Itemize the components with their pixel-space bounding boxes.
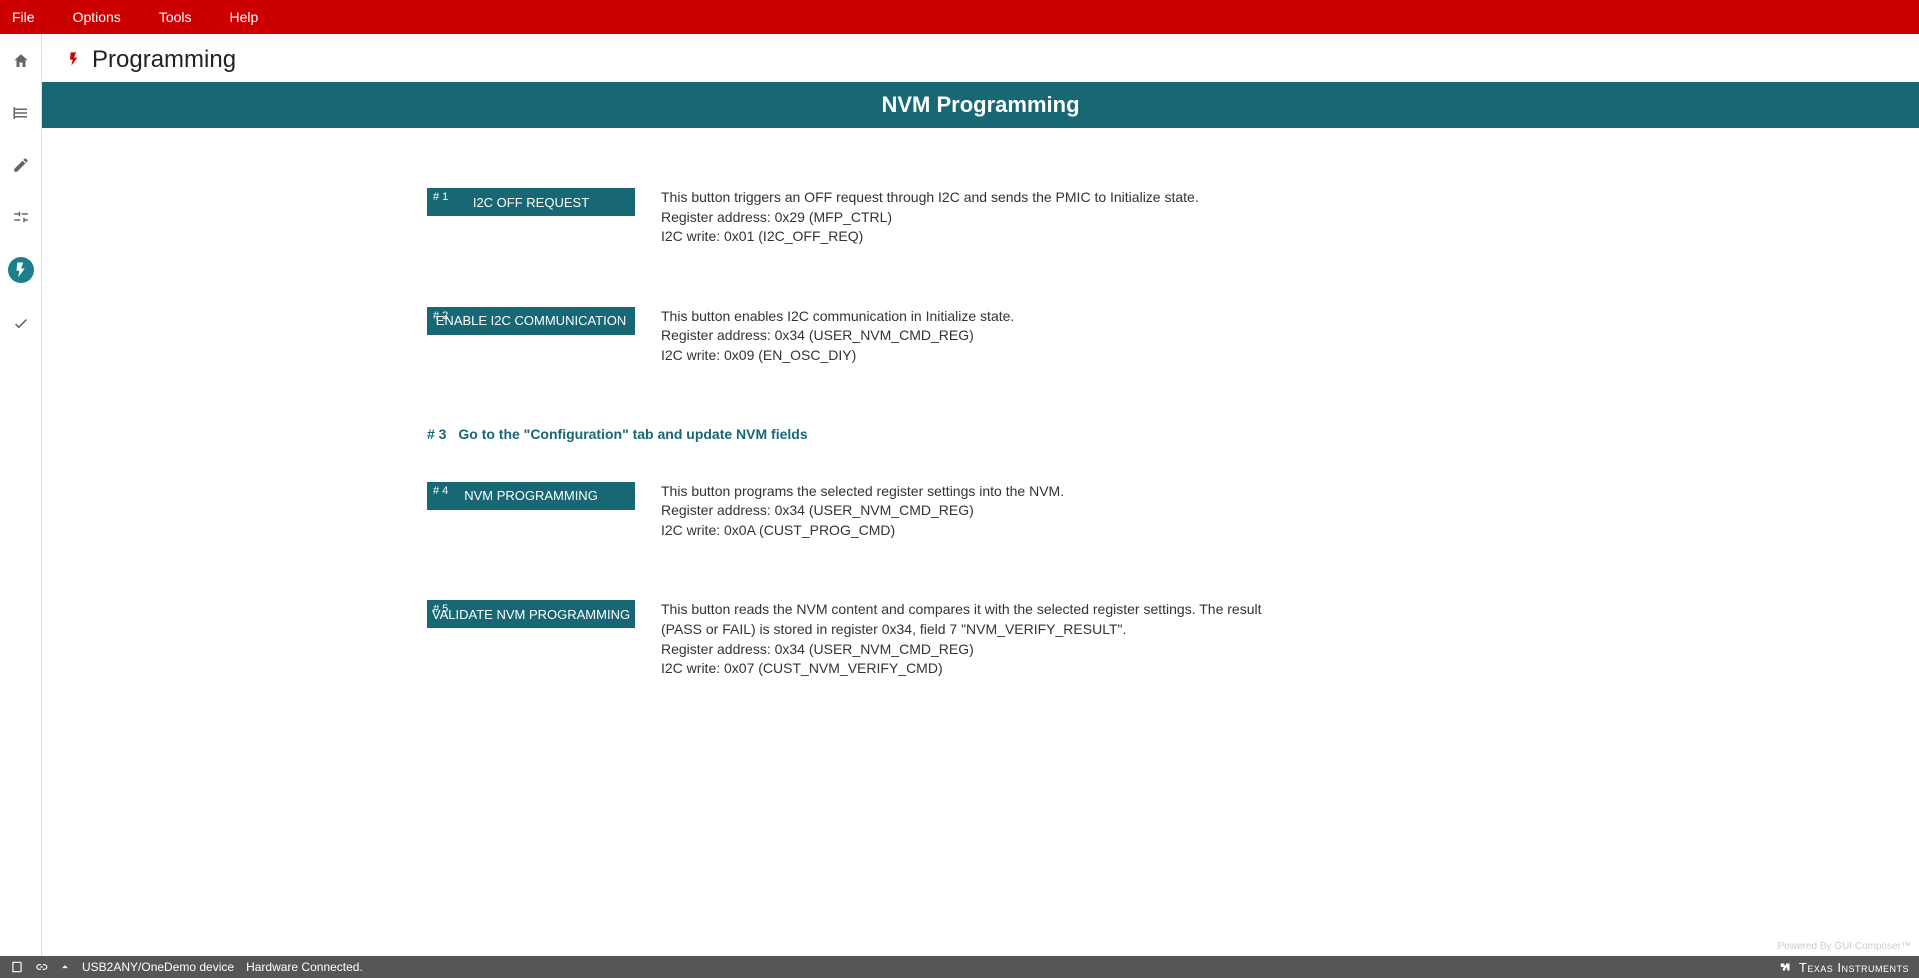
menu-help[interactable]: Help (230, 9, 259, 25)
step-num: # 2 (433, 310, 448, 322)
page-title: Programming (92, 46, 236, 74)
step-button-label: VALIDATE NVM PROGRAMMING (432, 607, 630, 622)
notebook-icon[interactable] (10, 960, 24, 974)
menu-file[interactable]: File (12, 9, 35, 25)
ti-logo: Texas Instruments (1777, 960, 1909, 975)
step-num: # 1 (433, 191, 448, 203)
step-desc: This button programs the selected regist… (661, 482, 1064, 541)
pencil-icon[interactable] (9, 153, 33, 177)
chevron-up-icon[interactable] (58, 960, 72, 974)
step-desc: This button triggers an OFF request thro… (661, 188, 1199, 247)
step-desc: This button enables I2C communication in… (661, 307, 1014, 366)
desc-line: I2C write: 0x0A (CUST_PROG_CMD) (661, 521, 1064, 541)
menu-tools[interactable]: Tools (159, 9, 192, 25)
step-button-label: I2C OFF REQUEST (473, 195, 589, 210)
hw-status: Hardware Connected. (246, 960, 363, 974)
check-icon[interactable] (9, 311, 33, 335)
step-desc: This button reads the NVM content and co… (661, 600, 1281, 678)
desc-line: This button triggers an OFF request thro… (661, 188, 1199, 208)
bolt-icon[interactable] (8, 257, 34, 283)
step-num: # 3 (427, 426, 446, 442)
step-row: # 5 VALIDATE NVM PROGRAMMING This button… (427, 600, 1919, 678)
content: Programming NVM Programming # 1 I2C OFF … (42, 34, 1919, 956)
desc-line: Register address: 0x34 (USER_NVM_CMD_REG… (661, 640, 1281, 660)
nvm-programming-button[interactable]: # 4 NVM PROGRAMMING (427, 482, 635, 510)
menubar: File Options Tools Help (0, 0, 1919, 34)
i2c-off-request-button[interactable]: # 1 I2C OFF REQUEST (427, 188, 635, 216)
step-row: # 1 I2C OFF REQUEST This button triggers… (427, 188, 1919, 247)
link-icon[interactable] (34, 960, 48, 974)
desc-line: I2C write: 0x07 (CUST_NVM_VERIFY_CMD) (661, 659, 1281, 679)
desc-line: I2C write: 0x09 (EN_OSC_DIY) (661, 346, 1014, 366)
library-icon[interactable] (9, 101, 33, 125)
sliders-icon[interactable] (9, 205, 33, 229)
device-name: USB2ANY/OneDemo device (82, 960, 234, 974)
step-row: # 4 NVM PROGRAMMING This button programs… (427, 482, 1919, 541)
step-row: # 2 ENABLE I2C COMMUNICATION This button… (427, 307, 1919, 366)
step-button-label: NVM PROGRAMMING (464, 488, 598, 503)
desc-line: Register address: 0x34 (USER_NVM_CMD_REG… (661, 326, 1014, 346)
sidebar (0, 34, 42, 956)
steps: # 1 I2C OFF REQUEST This button triggers… (42, 128, 1919, 739)
desc-line: Register address: 0x34 (USER_NVM_CMD_REG… (661, 501, 1064, 521)
brand-text: Texas Instruments (1799, 960, 1909, 975)
desc-line: I2C write: 0x01 (I2C_OFF_REQ) (661, 227, 1199, 247)
desc-line: This button reads the NVM content and co… (661, 600, 1281, 639)
desc-line: This button programs the selected regist… (661, 482, 1064, 502)
enable-i2c-button[interactable]: # 2 ENABLE I2C COMMUNICATION (427, 307, 635, 335)
banner: NVM Programming (42, 82, 1919, 128)
desc-line: Register address: 0x29 (MFP_CTRL) (661, 208, 1199, 228)
home-icon[interactable] (9, 49, 33, 73)
powered-by: Powered By GUI Composer™ (1778, 941, 1911, 952)
statusbar: USB2ANY/OneDemo device Hardware Connecte… (0, 956, 1919, 978)
step-num: # 4 (433, 485, 448, 497)
step-button-label: ENABLE I2C COMMUNICATION (436, 313, 626, 328)
instruction-text: Go to the "Configuration" tab and update… (458, 426, 807, 442)
step-instruction: # 3 Go to the "Configuration" tab and up… (427, 426, 1919, 442)
page-bolt-icon (66, 49, 82, 72)
step-num: # 5 (433, 603, 448, 615)
validate-nvm-button[interactable]: # 5 VALIDATE NVM PROGRAMMING (427, 600, 635, 628)
desc-line: This button enables I2C communication in… (661, 307, 1014, 327)
menu-options[interactable]: Options (73, 9, 121, 25)
